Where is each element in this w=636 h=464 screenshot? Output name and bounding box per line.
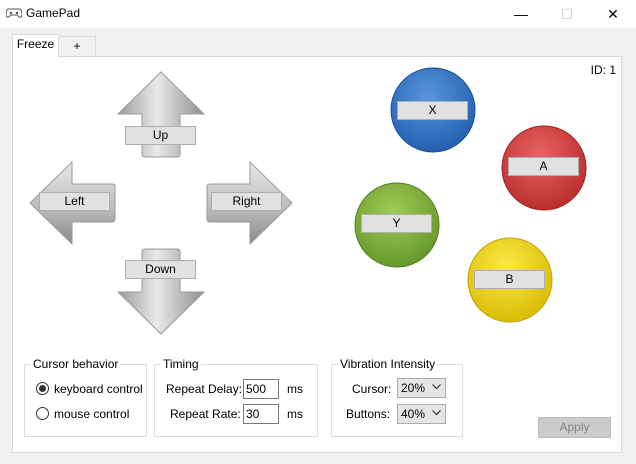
down-button[interactable]: Down <box>125 260 196 279</box>
repeat-delay-input[interactable]: 500 <box>243 379 279 399</box>
mouse-control-label[interactable]: mouse control <box>54 407 129 421</box>
repeat-delay-label: Repeat Delay: <box>166 382 243 396</box>
gamepad-icon <box>6 8 22 18</box>
vibration-buttons-value: 40% <box>401 407 426 421</box>
keyboard-control-radio[interactable] <box>36 382 49 395</box>
right-button[interactable]: Right <box>211 192 282 211</box>
chevron-down-icon <box>432 410 441 416</box>
timing-title: Timing <box>161 357 201 371</box>
a-button[interactable]: A <box>508 157 579 176</box>
maximize-button[interactable]: ☐ <box>544 0 590 28</box>
vibration-title: Vibration Intensity <box>338 357 438 371</box>
cursor-behavior-title: Cursor behavior <box>31 357 121 371</box>
title-bar: GamePad — ☐ ✕ <box>0 0 636 28</box>
y-button[interactable]: Y <box>361 214 432 233</box>
tab-freeze[interactable]: Freeze <box>12 34 59 57</box>
minimize-button[interactable]: — <box>498 0 544 28</box>
up-button[interactable]: Up <box>125 126 196 145</box>
vibration-cursor-value: 20% <box>401 381 426 395</box>
left-button[interactable]: Left <box>39 192 110 211</box>
cursor-behavior-group: Cursor behavior <box>24 357 147 437</box>
vibration-buttons-select[interactable]: 40% <box>397 404 446 424</box>
repeat-rate-label: Repeat Rate: <box>170 407 241 421</box>
id-label: ID: 1 <box>590 63 616 77</box>
vibration-group: Vibration Intensity <box>331 357 463 437</box>
tab-add[interactable]: + <box>58 36 96 56</box>
repeat-rate-unit: ms <box>287 407 303 421</box>
vibration-buttons-label: Buttons: <box>346 407 391 421</box>
mouse-control-radio[interactable] <box>36 407 49 420</box>
repeat-delay-unit: ms <box>287 382 303 396</box>
vibration-cursor-label: Cursor: <box>352 382 392 396</box>
chevron-down-icon <box>432 384 441 390</box>
close-button[interactable]: ✕ <box>590 0 636 28</box>
timing-group: Timing <box>154 357 318 437</box>
vibration-cursor-select[interactable]: 20% <box>397 378 446 398</box>
apply-button[interactable]: Apply <box>538 417 611 438</box>
keyboard-control-label[interactable]: keyboard control <box>54 382 143 396</box>
b-button[interactable]: B <box>474 270 545 289</box>
window-title: GamePad <box>26 6 81 20</box>
x-button[interactable]: X <box>397 101 468 120</box>
repeat-rate-input[interactable]: 30 <box>243 404 279 424</box>
